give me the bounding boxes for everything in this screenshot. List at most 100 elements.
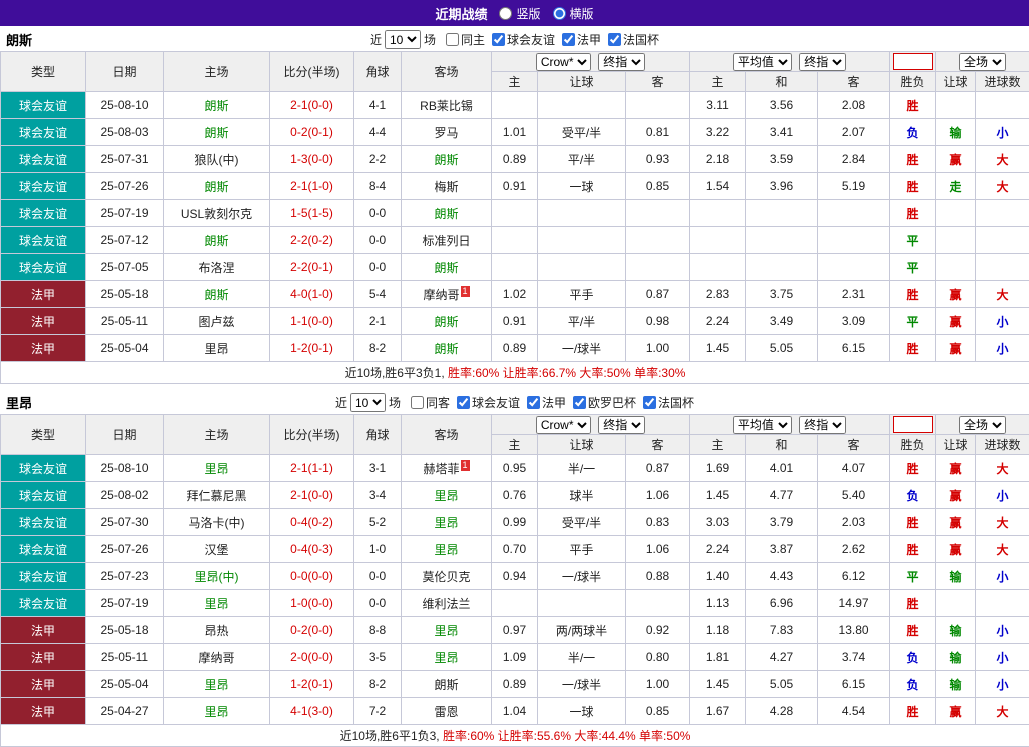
summary-stats: 胜率:60% 让胜率:66.7% 大率:50% 单率:30% <box>448 366 685 380</box>
average-select[interactable]: 平均值 <box>733 416 792 434</box>
away-team: 朗斯 <box>402 200 492 227</box>
horizontal-layout-radio[interactable] <box>553 7 566 20</box>
filter-option[interactable]: 同主 <box>446 31 485 48</box>
subcol-avg-home: 主 <box>690 72 746 92</box>
highlight-cell <box>890 52 936 72</box>
avg-away-odds: 2.08 <box>818 92 890 119</box>
home-odds <box>492 590 538 617</box>
odds-stage-select[interactable]: 终指 <box>598 53 645 71</box>
home-odds: 0.76 <box>492 482 538 509</box>
home-odds: 1.09 <box>492 644 538 671</box>
filter-checkbox[interactable] <box>573 396 586 409</box>
filter-checkbox[interactable] <box>608 33 621 46</box>
match-row: 球会友谊25-07-12朗斯2-2(0-2)0-0标准列日平 <box>1 227 1029 254</box>
away-team: 朗斯 <box>402 254 492 281</box>
avg-home-odds: 1.45 <box>690 335 746 362</box>
fulltime-select[interactable]: 全场 <box>959 53 1006 71</box>
avg-away-odds: 3.74 <box>818 644 890 671</box>
filter-label: 法国杯 <box>623 31 659 48</box>
result-handicap <box>936 92 976 119</box>
subcol-avg-away: 客 <box>818 435 890 455</box>
filter-option[interactable]: 法甲 <box>527 394 566 411</box>
filter-checkbox[interactable] <box>457 396 470 409</box>
result-goals: 小 <box>976 308 1029 335</box>
result-goals: 大 <box>976 281 1029 308</box>
avg-draw-odds: 5.05 <box>746 335 818 362</box>
result-goals: 大 <box>976 536 1029 563</box>
away-team: 罗马 <box>402 119 492 146</box>
team-name: 朗斯 <box>434 207 458 221</box>
filter-option[interactable]: 同客 <box>411 394 450 411</box>
avg-draw-odds <box>746 200 818 227</box>
filter-option[interactable]: 球会友谊 <box>457 394 520 411</box>
league-type: 法甲 <box>1 617 86 644</box>
avg-home-odds: 1.54 <box>690 173 746 200</box>
handicap-line: 一/球半 <box>538 671 626 698</box>
team-name: 朗斯 <box>204 288 228 302</box>
away-odds <box>626 92 690 119</box>
handicap-line: 平/半 <box>538 146 626 173</box>
team-name: 里昂 <box>204 462 228 476</box>
corner-score: 3-4 <box>354 482 402 509</box>
home-odds <box>492 254 538 281</box>
result-outcome: 胜 <box>890 590 936 617</box>
filter-label: 同客 <box>426 394 450 411</box>
bookmaker-select[interactable]: Crow* <box>536 53 591 71</box>
odds-stage-select[interactable]: 终指 <box>598 416 645 434</box>
filter-label: 欧罗巴杯 <box>588 394 636 411</box>
layout-option-vertical[interactable]: 竖版 <box>499 5 540 22</box>
filter-checkbox[interactable] <box>527 396 540 409</box>
away-odds: 0.85 <box>626 698 690 725</box>
match-date: 25-08-03 <box>86 119 164 146</box>
filter-checkbox[interactable] <box>643 396 656 409</box>
summary-stats: 胜率:60% 让胜率:55.6% 大率:44.4% 单率:50% <box>443 729 690 743</box>
result-goals: 大 <box>976 698 1029 725</box>
home-odds <box>492 200 538 227</box>
bookmaker-select[interactable]: Crow* <box>536 416 591 434</box>
league-type: 球会友谊 <box>1 92 86 119</box>
avg-draw-odds: 3.41 <box>746 119 818 146</box>
away-odds <box>626 254 690 281</box>
match-score: 1-2(0-1) <box>270 335 354 362</box>
away-team: 赫塔菲1 <box>402 455 492 482</box>
filter-option[interactable]: 法国杯 <box>608 31 659 48</box>
result-handicap: 赢 <box>936 146 976 173</box>
vertical-layout-radio[interactable] <box>499 7 512 20</box>
match-row: 球会友谊25-08-03朗斯0-2(0-1)4-4罗马1.01受平/半0.813… <box>1 119 1029 146</box>
average-stage-select[interactable]: 终指 <box>799 416 846 434</box>
average-select[interactable]: 平均值 <box>733 53 792 71</box>
avg-home-odds: 2.83 <box>690 281 746 308</box>
match-date: 25-07-31 <box>86 146 164 173</box>
subcol-handicap-result: 让球 <box>936 72 976 92</box>
match-date: 25-07-05 <box>86 254 164 281</box>
filter-option[interactable]: 欧罗巴杯 <box>573 394 636 411</box>
result-handicap: 输 <box>936 119 976 146</box>
filter-option[interactable]: 法国杯 <box>643 394 694 411</box>
col-away: 客场 <box>402 415 492 455</box>
average-stage-select[interactable]: 终指 <box>799 53 846 71</box>
avg-away-odds: 2.84 <box>818 146 890 173</box>
team-name: 里昂 <box>204 597 228 611</box>
avg-home-odds: 2.24 <box>690 536 746 563</box>
filter-option[interactable]: 法甲 <box>562 31 601 48</box>
match-row: 法甲25-04-27里昂4-1(3-0)7-2雷恩1.04一球0.851.674… <box>1 698 1029 725</box>
home-team: 里昂 <box>164 335 270 362</box>
team-name: 汉堡 <box>204 543 228 557</box>
result-outcome: 胜 <box>890 281 936 308</box>
avg-draw-odds <box>746 227 818 254</box>
filter-checkbox[interactable] <box>492 33 505 46</box>
match-count-select[interactable]: 10 <box>385 30 421 49</box>
filter-checkbox[interactable] <box>411 396 424 409</box>
filter-option[interactable]: 球会友谊 <box>492 31 555 48</box>
odds-header-group: Crow* 终指 <box>492 415 690 435</box>
table-head: 类型 日期 主场 比分(半场) 角球 客场 Crow* 终指 平均值 终指 全场 <box>1 52 1029 92</box>
result-goals: 小 <box>976 617 1029 644</box>
filter-checkbox[interactable] <box>446 33 459 46</box>
recent-matches-table: 类型 日期 主场 比分(半场) 角球 客场 Crow* 终指 平均值 终指 全场 <box>0 414 1029 747</box>
corner-score: 7-2 <box>354 698 402 725</box>
fulltime-select[interactable]: 全场 <box>959 416 1006 434</box>
home-team: 朗斯 <box>164 227 270 254</box>
filter-checkbox[interactable] <box>562 33 575 46</box>
layout-option-horizontal[interactable]: 横版 <box>553 5 594 22</box>
match-count-select[interactable]: 10 <box>350 393 386 412</box>
